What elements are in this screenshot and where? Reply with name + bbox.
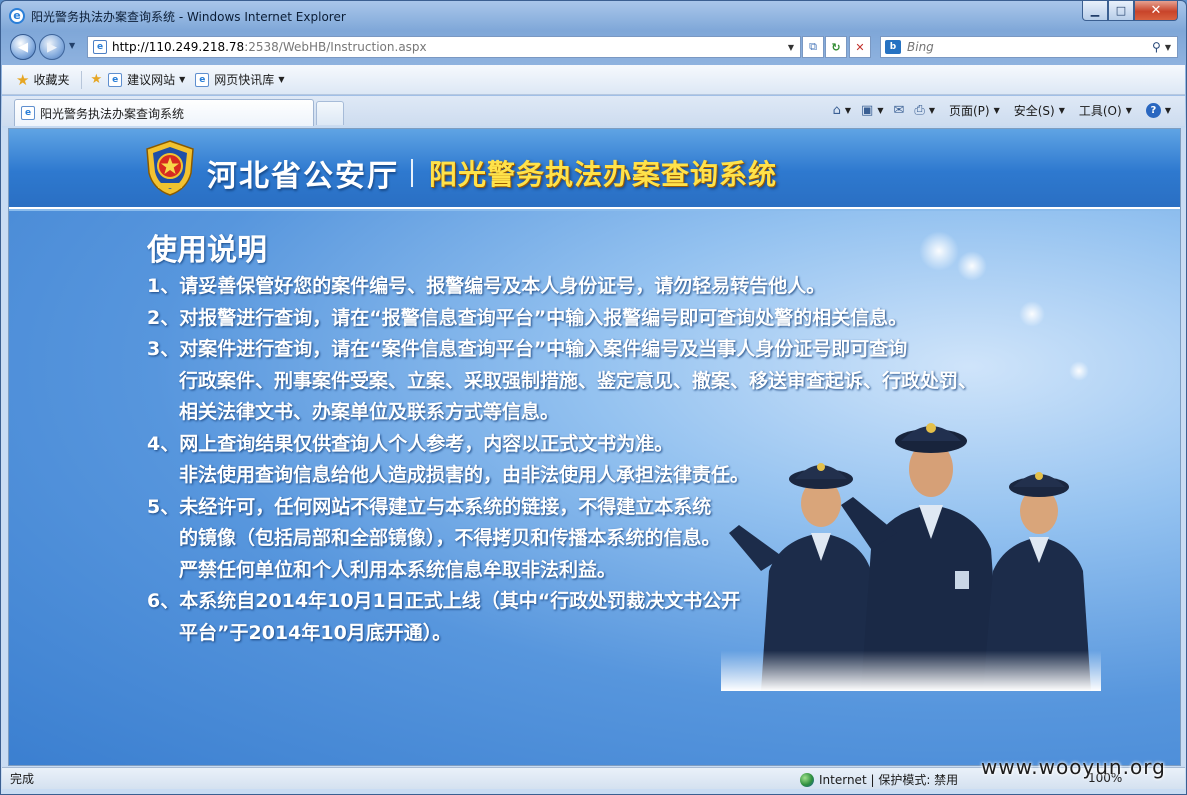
page-content: 河北省公安厅 阳光警务执法办案查询系统 使用说明 1、请妥善保管好您的案件编号、… bbox=[8, 128, 1181, 766]
instruction-line: 行政案件、刑事案件受案、立案、采取强制措施、鉴定意见、撤案、移送审查起诉、行政处… bbox=[179, 369, 978, 392]
favorites-item-suggested-sites[interactable]: e 建议网站 ▼ bbox=[108, 71, 185, 88]
safety-menu[interactable]: 安全(S) bbox=[1014, 102, 1055, 119]
favorites-star-icon[interactable]: ★ bbox=[16, 71, 29, 89]
minimize-button[interactable]: ▁ bbox=[1082, 1, 1108, 21]
favorites-item-label: 建议网站 bbox=[127, 73, 176, 87]
favorites-item-web-slice-gallery[interactable]: e 网页快讯库 ▼ bbox=[195, 71, 284, 88]
search-input[interactable] bbox=[907, 40, 1153, 54]
department-name: 河北省公安厅 bbox=[207, 159, 399, 194]
close-button[interactable]: ✕ bbox=[1134, 1, 1178, 21]
status-text: 完成 bbox=[10, 772, 35, 786]
instruction-line: 2、对报警进行查询，请在“报警信息查询平台”中输入报警编号即可查询处警的相关信息… bbox=[147, 306, 908, 329]
search-options-dropdown[interactable]: ▼ bbox=[1165, 43, 1171, 52]
security-zone[interactable]: Internet | 保护模式: 禁用 bbox=[800, 771, 958, 788]
stop-button[interactable]: ✕ bbox=[849, 36, 871, 58]
help-icon[interactable]: ? bbox=[1145, 103, 1161, 118]
instruction-line: 1、请妥善保管好您的案件编号、报警编号及本人身份证号，请勿轻易转告他人。 bbox=[147, 275, 826, 297]
tab-label: 阳光警务执法办案查询系统 bbox=[40, 106, 185, 121]
recent-pages-dropdown[interactable]: ▼ bbox=[69, 41, 75, 50]
ie-page-icon: e bbox=[195, 72, 210, 87]
chevron-down-icon[interactable]: ▼ bbox=[929, 106, 935, 115]
address-row: ◀ ▶ ▼ e http://110.249.218.78 :2538/WebH… bbox=[1, 33, 1186, 61]
browser-window: e 阳光警务执法办案查询系统 - Windows Internet Explor… bbox=[0, 0, 1187, 795]
instruction-line: 3、对案件进行查询，请在“案件信息查询平台”中输入案件编号及当事人身份证号即可查… bbox=[147, 338, 908, 360]
search-box[interactable]: b ⚲ ▼ bbox=[880, 36, 1178, 58]
police-officers-image bbox=[721, 421, 1101, 691]
police-emblem-icon bbox=[146, 140, 194, 196]
mail-icon[interactable]: ✉ bbox=[894, 103, 905, 118]
page-icon: e bbox=[93, 40, 107, 54]
print-icon[interactable]: ⎙ bbox=[914, 103, 924, 118]
system-name: 阳光警务执法办案查询系统 bbox=[429, 158, 778, 191]
chevron-down-icon[interactable]: ▼ bbox=[994, 106, 1000, 115]
tab-active[interactable]: e 阳光警务执法办案查询系统 bbox=[14, 99, 314, 126]
address-host: http://110.249.218.78 bbox=[112, 40, 245, 54]
chevron-down-icon[interactable]: ▼ bbox=[877, 106, 883, 115]
search-icon[interactable]: ⚲ bbox=[1152, 40, 1161, 54]
sparkle-decoration bbox=[1069, 361, 1089, 381]
chevron-down-icon[interactable]: ▼ bbox=[1165, 106, 1171, 115]
address-path: :2538/WebHB/Instruction.aspx bbox=[244, 40, 427, 54]
back-button[interactable]: ◀ bbox=[10, 34, 36, 60]
feeds-icon[interactable]: ▣ bbox=[861, 103, 873, 118]
home-icon[interactable]: ⌂ bbox=[833, 103, 841, 118]
ie-logo-icon: e bbox=[9, 8, 25, 24]
sparkle-decoration bbox=[919, 231, 959, 271]
window-controls: ▁ □ ✕ bbox=[1082, 1, 1178, 21]
globe-icon bbox=[800, 772, 814, 787]
divider bbox=[81, 70, 83, 89]
site-banner: 河北省公安厅 阳光警务执法办案查询系统 bbox=[9, 129, 1180, 211]
chevron-down-icon[interactable]: ▼ bbox=[1059, 106, 1065, 115]
zone-label: Internet | 保护模式: 禁用 bbox=[819, 773, 959, 787]
favorites-button[interactable]: 收藏夹 bbox=[33, 71, 69, 88]
ie-page-icon: e bbox=[108, 72, 123, 87]
title-bar: e 阳光警务执法办案查询系统 - Windows Internet Explor… bbox=[1, 1, 1186, 31]
chevron-down-icon: ▼ bbox=[179, 75, 186, 84]
chevron-down-icon: ▼ bbox=[278, 75, 285, 84]
address-input[interactable]: e http://110.249.218.78 :2538/WebHB/Inst… bbox=[87, 36, 801, 58]
chevron-down-icon[interactable]: ▼ bbox=[1126, 106, 1132, 115]
ie-page-icon: e bbox=[21, 106, 35, 120]
page-menu[interactable]: 页面(P) bbox=[949, 102, 990, 119]
chevron-down-icon[interactable]: ▼ bbox=[845, 106, 851, 115]
add-favorite-icon[interactable]: ★ bbox=[90, 72, 102, 87]
watermark: www.wooyun.org bbox=[981, 755, 1166, 779]
address-dropdown[interactable]: ▼ bbox=[788, 43, 794, 52]
instructions-heading: 使用说明 bbox=[147, 233, 267, 268]
favorites-bar: ★ 收藏夹 ★ e 建议网站 ▼ e 网页快讯库 ▼ bbox=[2, 65, 1185, 95]
tab-command-row: e 阳光警务执法办案查询系统 ⌂ ▼ ▣ ▼ ✉ ⎙ ▼ 页面(P) ▼ 安全(… bbox=[2, 96, 1185, 126]
refresh-button[interactable]: ↻ bbox=[825, 36, 847, 58]
command-bar: ⌂ ▼ ▣ ▼ ✉ ⎙ ▼ 页面(P) ▼ 安全(S) ▼ 工具(O) ▼ ? … bbox=[823, 102, 1171, 119]
bing-icon: b bbox=[885, 40, 901, 54]
window-title: 阳光警务执法办案查询系统 - Windows Internet Explorer bbox=[31, 9, 346, 24]
forward-button[interactable]: ▶ bbox=[39, 34, 65, 60]
favorites-item-label: 网页快讯库 bbox=[214, 73, 275, 87]
maximize-button[interactable]: □ bbox=[1108, 1, 1134, 21]
new-tab-button[interactable] bbox=[316, 101, 344, 125]
tools-menu[interactable]: 工具(O) bbox=[1079, 102, 1122, 119]
banner-divider bbox=[411, 159, 413, 187]
compatibility-view-button[interactable]: ⧉ bbox=[802, 36, 824, 58]
